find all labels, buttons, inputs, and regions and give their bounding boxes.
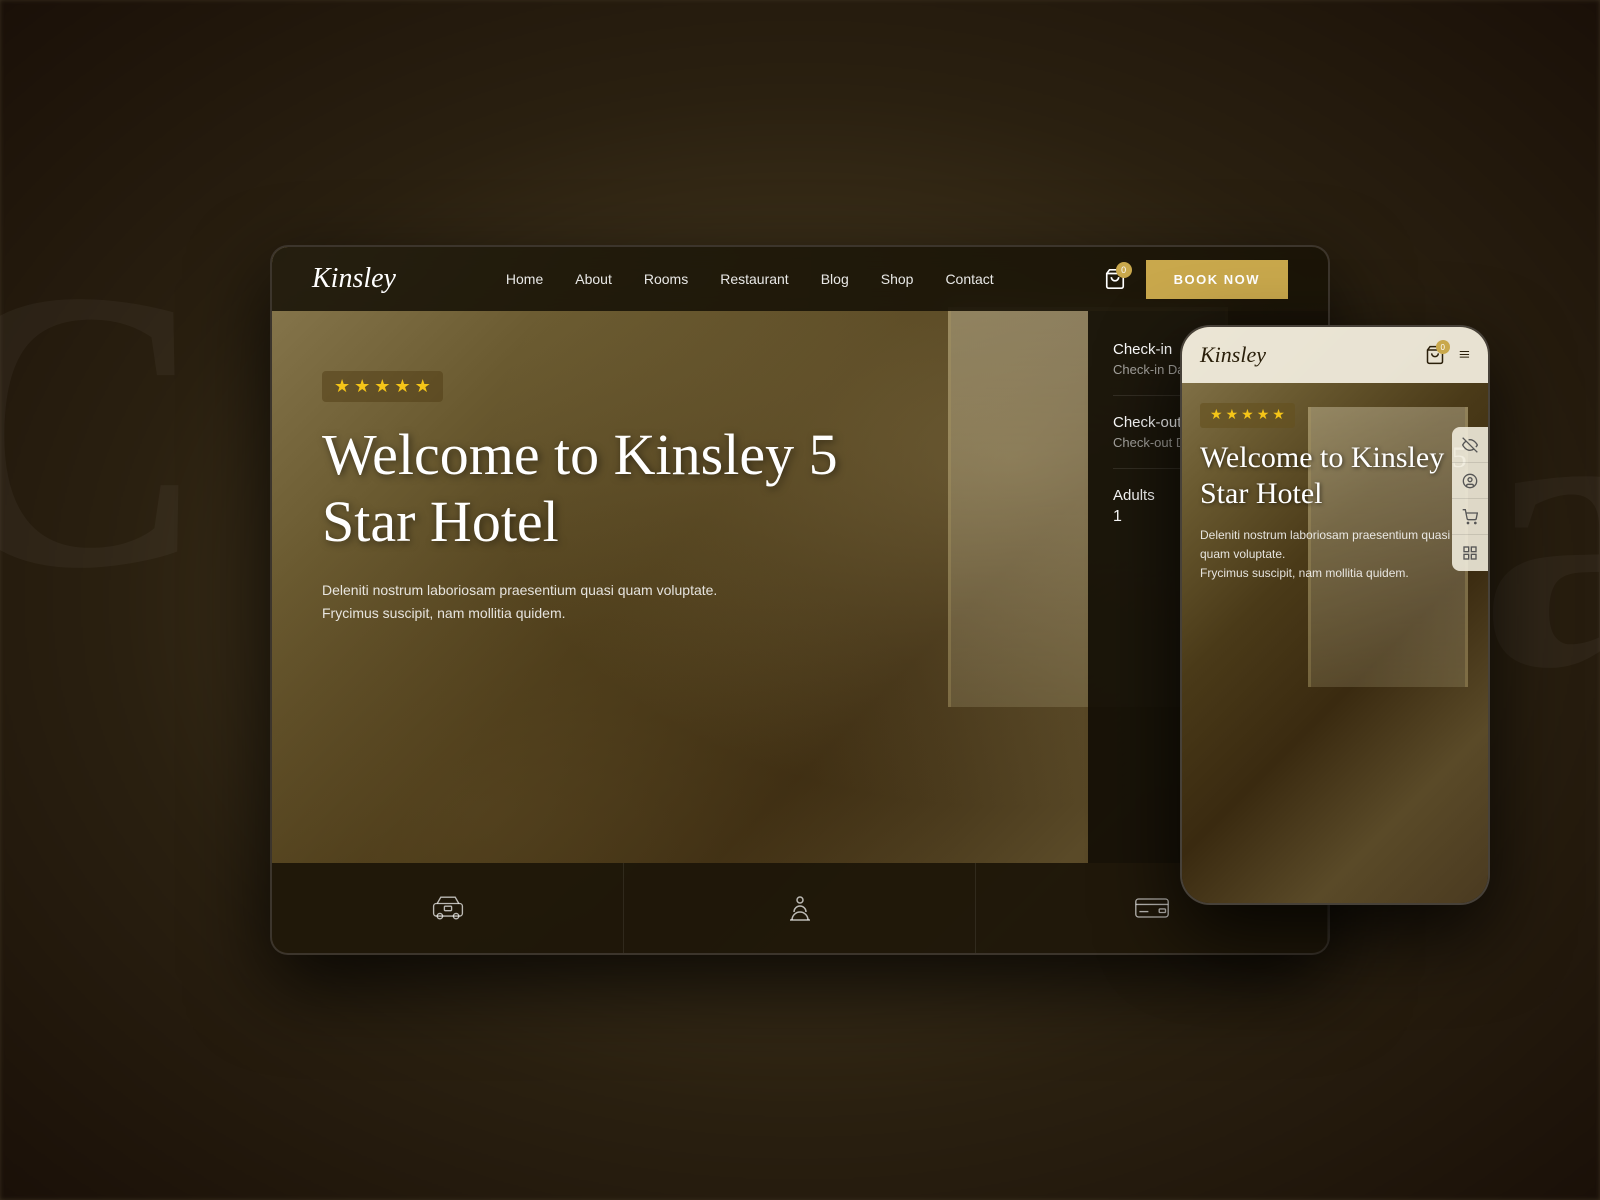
- eye-off-icon: [1462, 437, 1478, 453]
- nav-about[interactable]: About: [575, 271, 612, 287]
- grid-icon: [1462, 545, 1478, 561]
- bottom-bar-concierge[interactable]: [624, 863, 976, 953]
- toolbar-cart-button[interactable]: [1452, 499, 1488, 535]
- bg-letter-c: C: [0, 200, 209, 660]
- mobile-hero-content: ★ ★ ★ ★ ★ Welcome to Kinsley 5 Star Hote…: [1182, 383, 1488, 903]
- toolbar-grid-button[interactable]: [1452, 535, 1488, 571]
- rating-stars: ★ ★ ★ ★ ★: [322, 371, 443, 402]
- mobile-hero-title: Welcome to Kinsley 5 Star Hotel: [1200, 440, 1470, 512]
- nav-home[interactable]: Home: [506, 271, 543, 287]
- main-scene: Kinsley Home About Rooms Restaurant Blog…: [270, 245, 1330, 955]
- toolbar-eye-off-button[interactable]: [1452, 427, 1488, 463]
- mobile-cart-button[interactable]: 0: [1425, 345, 1445, 365]
- toolbar-user-button[interactable]: [1452, 463, 1488, 499]
- toolbar-cart-icon: [1462, 509, 1478, 525]
- mobile-star-3: ★: [1241, 407, 1254, 424]
- star-3: ★: [374, 376, 390, 397]
- desktop-navbar: Kinsley Home About Rooms Restaurant Blog…: [272, 247, 1328, 311]
- mobile-nav-right: 0 ≡: [1425, 344, 1470, 367]
- hero-subtitle: Deleniti nostrum laboriosam praesentium …: [322, 579, 742, 624]
- cart-badge: 0: [1116, 262, 1132, 278]
- mobile-star-2: ★: [1226, 407, 1239, 424]
- nav-links: Home About Rooms Restaurant Blog Shop Co…: [436, 271, 1064, 287]
- mobile-mockup: Kinsley 0 ≡ ★ ★ ★ ★ ★: [1180, 325, 1490, 905]
- mobile-cart-badge: 0: [1436, 340, 1450, 354]
- nav-blog[interactable]: Blog: [821, 271, 849, 287]
- book-now-button[interactable]: BOOK NOW: [1146, 260, 1288, 299]
- desktop-logo: Kinsley: [312, 263, 396, 295]
- mobile-side-toolbar: [1452, 427, 1488, 571]
- star-4: ★: [394, 376, 410, 397]
- user-circle-icon: [1462, 473, 1478, 489]
- nav-shop[interactable]: Shop: [881, 271, 914, 287]
- star-5: ★: [415, 376, 431, 397]
- bottom-bar: [272, 863, 1328, 953]
- card-icon: [1134, 895, 1170, 921]
- mobile-star-1: ★: [1210, 407, 1223, 424]
- star-2: ★: [354, 376, 370, 397]
- mobile-hero-subtitle: Deleniti nostrum laboriosam praesentium …: [1200, 526, 1470, 584]
- mobile-star-4: ★: [1257, 407, 1270, 424]
- star-1: ★: [334, 376, 350, 397]
- bg-letter-a: a: [1480, 300, 1600, 760]
- mobile-star-5: ★: [1272, 407, 1285, 424]
- mobile-rating-stars: ★ ★ ★ ★ ★: [1200, 403, 1295, 428]
- mobile-navbar: Kinsley 0 ≡: [1182, 327, 1488, 383]
- cart-icon-button[interactable]: 0: [1104, 268, 1126, 290]
- nav-rooms[interactable]: Rooms: [644, 271, 688, 287]
- desktop-mockup: Kinsley Home About Rooms Restaurant Blog…: [270, 245, 1330, 955]
- mobile-logo: Kinsley: [1200, 342, 1266, 368]
- bottom-bar-taxi[interactable]: [272, 863, 624, 953]
- nav-restaurant[interactable]: Restaurant: [720, 271, 788, 287]
- hero-title: Welcome to Kinsley 5 Star Hotel: [322, 422, 902, 555]
- nav-contact[interactable]: Contact: [945, 271, 993, 287]
- hamburger-menu-button[interactable]: ≡: [1459, 344, 1470, 367]
- nav-right-section: 0 BOOK NOW: [1104, 260, 1288, 299]
- concierge-icon: [784, 892, 816, 924]
- taxi-icon: [430, 894, 466, 922]
